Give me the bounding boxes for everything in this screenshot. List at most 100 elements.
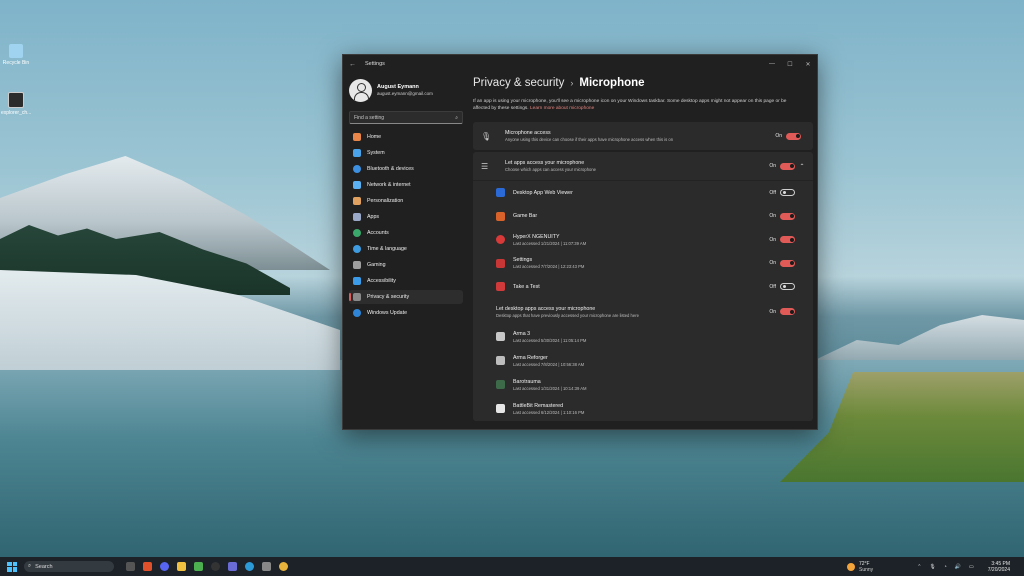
battery-icon[interactable]: ▭ [969,564,974,570]
chrome-icon[interactable] [279,562,288,571]
desktop-icon-recycle-bin[interactable]: Recycle Bin [1,44,31,66]
clock[interactable]: 3:45 PM 7/20/2024 [988,561,1010,573]
weather-widget[interactable]: 72°F Sunny [859,561,873,573]
apps-access-row[interactable]: ☰ Let apps access your microphone Choose… [473,152,813,181]
desktop-apps-access-toggle[interactable] [780,308,795,315]
search-placeholder: Find a setting [354,114,385,121]
settings-app-icon[interactable] [262,562,271,571]
chevron-up-icon[interactable]: ⌃ [797,163,807,170]
network-icon[interactable]: ◔ [944,564,947,570]
steam-icon[interactable] [211,562,220,571]
app-last-accessed: Last accessed 7/8/2024 | 10:56:38 AM [513,361,585,367]
gamepad-icon [353,261,361,269]
clock-date: 7/20/2024 [987,566,1010,573]
search-icon: ⌕ [455,114,458,121]
list-item: BattleBit Remastered Last accessed 6/12/… [473,397,813,421]
apps-icon [353,213,361,221]
maximize-button[interactable]: ☐ [781,61,799,68]
barotrauma-icon [496,380,505,389]
gamepad-app-icon[interactable] [228,562,237,571]
breadcrumb-parent[interactable]: Privacy & security [473,77,564,89]
desktop-app-web-viewer-icon [496,188,505,198]
microphone-access-card: 🎙 Microphone access Anyone using this de… [473,122,813,150]
take-a-test-toggle[interactable] [780,283,795,291]
sidebar-item-accounts[interactable]: Accounts [349,226,463,240]
desktop-app-web-viewer-toggle[interactable] [780,189,795,197]
sidebar-item-personalization[interactable]: Personalization [349,194,463,208]
sidebar-item-label: System [367,150,385,156]
row-title: Microphone access [505,130,551,136]
sidebar-item-home[interactable]: Home [349,130,463,144]
settings-toggle[interactable] [780,259,795,267]
taskbar: ⌕ Search 72°F Sunny ⌃ 🎙 ◔ 🔊 ▭ 3:45 PM 7/… [0,557,1024,576]
wifi-icon [353,181,361,189]
microphone-access-toggle[interactable] [786,132,801,140]
monitor-icon [353,149,361,157]
sidebar-item-windows-update[interactable]: Windows Update [349,306,463,320]
app-name: Take a Test [513,283,540,290]
list-item: Arma 3 Last accessed 5/30/2024 | 11:05:1… [473,325,813,349]
sidebar-item-privacy-security[interactable]: Privacy & security [349,290,463,304]
close-button[interactable]: ✕ [799,61,817,68]
sidebar-item-time-language[interactable]: Time & language [349,242,463,256]
app-last-accessed: Last accessed 1/31/2024 | 10:14:39 AM [513,385,587,391]
profile[interactable]: August Eymann august.eymann@gmail.com [349,77,463,103]
taskbar-search[interactable]: ⌕ Search [24,561,114,572]
sidebar-item-network[interactable]: Network & internet [349,178,463,192]
desktop-icon-shortcut[interactable]: explorer_ch... [1,92,31,116]
update-icon [353,309,361,317]
sidebar-item-apps[interactable]: Apps [349,210,463,224]
row-title: Let desktop apps access your microphone [496,305,596,312]
hyperx-ngenuity-icon [496,235,505,245]
volume-icon[interactable]: 🔊 [955,564,961,570]
sidebar-item-label: Accessibility [367,278,396,284]
hyperx-ngenuity-toggle[interactable] [780,236,795,244]
list-item: Game Bar On [473,205,813,229]
sidebar-item-gaming[interactable]: Gaming [349,258,463,272]
discord-icon[interactable] [160,562,169,571]
title-bar: ← Settings — ☐ ✕ [343,55,817,73]
minecraft-icon[interactable] [194,562,203,571]
toggle-state-label: Off [769,189,776,196]
toggle-state-label: On [775,133,782,139]
microphone-tray-icon[interactable]: 🎙 [929,564,935,570]
system-tray: 72°F Sunny ⌃ 🎙 ◔ 🔊 ▭ 3:45 PM 7/20/2024 [847,561,1024,573]
sidebar-item-label: Time & language [367,246,407,252]
row-title: Let apps access your microphone [505,160,585,166]
desktop-icon-label: explorer_ch... [1,110,32,116]
minimize-button[interactable]: — [763,61,781,68]
game-bar-icon [496,211,505,221]
sidebar-item-system[interactable]: System [349,146,463,160]
accessibility-icon [353,277,361,285]
sidebar-item-label: Apps [367,214,380,220]
person-icon [353,229,361,237]
edge-icon[interactable] [245,562,254,571]
back-arrow-icon[interactable]: ← [349,61,359,68]
list-item: Arma Reforger Last accessed 7/8/2024 | 1… [473,349,813,373]
sidebar-item-bluetooth[interactable]: Bluetooth & devices [349,162,463,176]
sidebar-item-label: Gaming [367,262,386,268]
chevron-up-icon[interactable]: ⌃ [917,564,921,570]
file-explorer-icon[interactable] [126,562,135,571]
profile-name: August Eymann [377,84,419,90]
microphone-access-row: 🎙 Microphone access Anyone using this de… [473,122,813,150]
shield-icon [353,293,361,301]
folder-icon[interactable] [177,562,186,571]
sidebar-item-accessibility[interactable]: Accessibility [349,274,463,288]
sidebar: August Eymann august.eymann@gmail.com Fi… [349,77,463,322]
sidebar-item-label: Accounts [367,230,389,236]
list-item: Take a Test Off [473,275,813,299]
apps-access-toggle[interactable] [780,162,795,170]
windows-start-icon[interactable] [7,561,17,572]
search-input[interactable]: Find a setting ⌕ [349,111,463,124]
toggle-state-label: On [769,236,776,243]
arma-3-icon [496,332,505,341]
learn-more-link[interactable]: Learn more about microphone [530,106,594,111]
app-name: BattleBit Remastered [513,402,564,409]
brave-icon[interactable] [143,562,152,571]
main-content: Privacy & security › Microphone If an ap… [473,77,813,421]
app-name: Settings [513,257,533,264]
take-a-test-icon [496,282,505,292]
game-bar-toggle[interactable] [780,212,795,220]
sidebar-item-label: Personalization [367,198,404,204]
